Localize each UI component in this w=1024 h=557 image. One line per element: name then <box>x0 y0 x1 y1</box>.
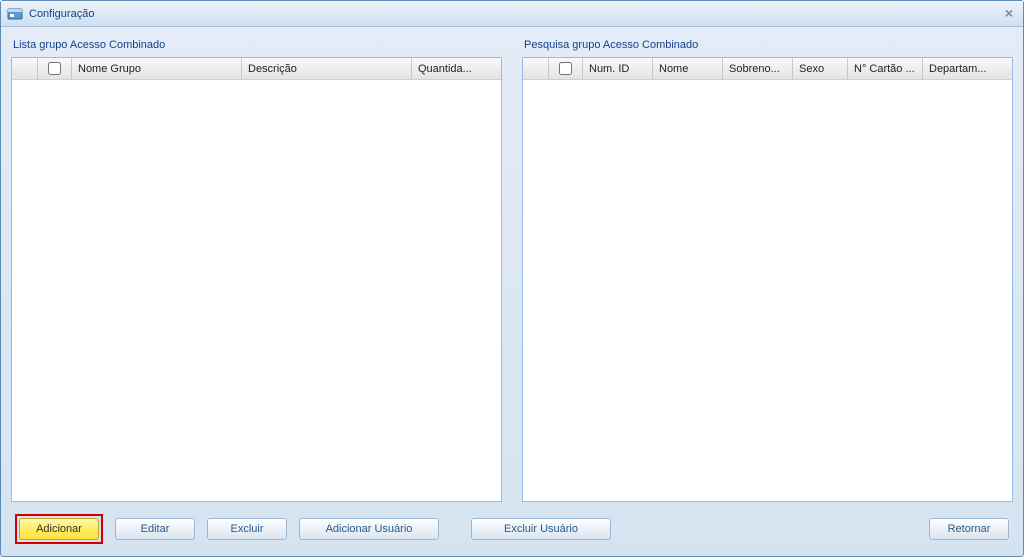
right-col-departamento[interactable]: Departam... <box>923 58 1012 79</box>
config-window: Configuração × Lista grupo Acesso Combin… <box>0 0 1024 557</box>
left-col-descricao[interactable]: Descrição <box>242 58 412 79</box>
window-title: Configuração <box>29 8 1001 20</box>
excluir-usuario-button[interactable]: Excluir Usuário <box>471 518 611 540</box>
right-grid-body[interactable] <box>523 80 1012 501</box>
left-grid-body[interactable] <box>12 80 501 501</box>
excluir-button[interactable]: Excluir <box>207 518 287 540</box>
left-grid-header: Nome Grupo Descrição Quantida... <box>12 58 501 80</box>
right-col-sexo[interactable]: Sexo <box>793 58 848 79</box>
right-col-sobrenome[interactable]: Sobreno... <box>723 58 793 79</box>
right-col-checkbox[interactable] <box>549 58 583 79</box>
titlebar: Configuração × <box>1 1 1023 27</box>
retornar-button[interactable]: Retornar <box>929 518 1009 540</box>
left-select-all-checkbox[interactable] <box>48 62 61 75</box>
left-col-nome-grupo[interactable]: Nome Grupo <box>72 58 242 79</box>
right-select-all-checkbox[interactable] <box>559 62 572 75</box>
adicionar-highlight: Adicionar <box>15 514 103 544</box>
right-grid-header: Num. ID Nome Sobreno... Sexo N° Cartão .… <box>523 58 1012 80</box>
content-area: Lista grupo Acesso Combinado Nome Grupo … <box>1 27 1023 556</box>
right-panel: Pesquisa grupo Acesso Combinado Num. ID … <box>522 39 1013 502</box>
right-col-rownum[interactable] <box>523 58 549 79</box>
left-col-quantidade[interactable]: Quantida... <box>412 58 501 79</box>
panels-row: Lista grupo Acesso Combinado Nome Grupo … <box>11 39 1013 502</box>
right-panel-label: Pesquisa grupo Acesso Combinado <box>522 39 1013 51</box>
close-icon[interactable]: × <box>1001 6 1017 22</box>
app-icon <box>7 6 23 22</box>
left-panel-label: Lista grupo Acesso Combinado <box>11 39 502 51</box>
adicionar-usuario-button[interactable]: Adicionar Usuário <box>299 518 439 540</box>
adicionar-button[interactable]: Adicionar <box>19 518 99 540</box>
left-col-checkbox[interactable] <box>38 58 72 79</box>
right-col-nome[interactable]: Nome <box>653 58 723 79</box>
left-panel: Lista grupo Acesso Combinado Nome Grupo … <box>11 39 502 502</box>
left-grid: Nome Grupo Descrição Quantida... <box>11 57 502 502</box>
button-bar: Adicionar Editar Excluir Adicionar Usuár… <box>11 514 1013 548</box>
right-col-num-id[interactable]: Num. ID <box>583 58 653 79</box>
editar-button[interactable]: Editar <box>115 518 195 540</box>
right-grid: Num. ID Nome Sobreno... Sexo N° Cartão .… <box>522 57 1013 502</box>
left-col-rownum[interactable] <box>12 58 38 79</box>
right-col-cartao[interactable]: N° Cartão ... <box>848 58 923 79</box>
